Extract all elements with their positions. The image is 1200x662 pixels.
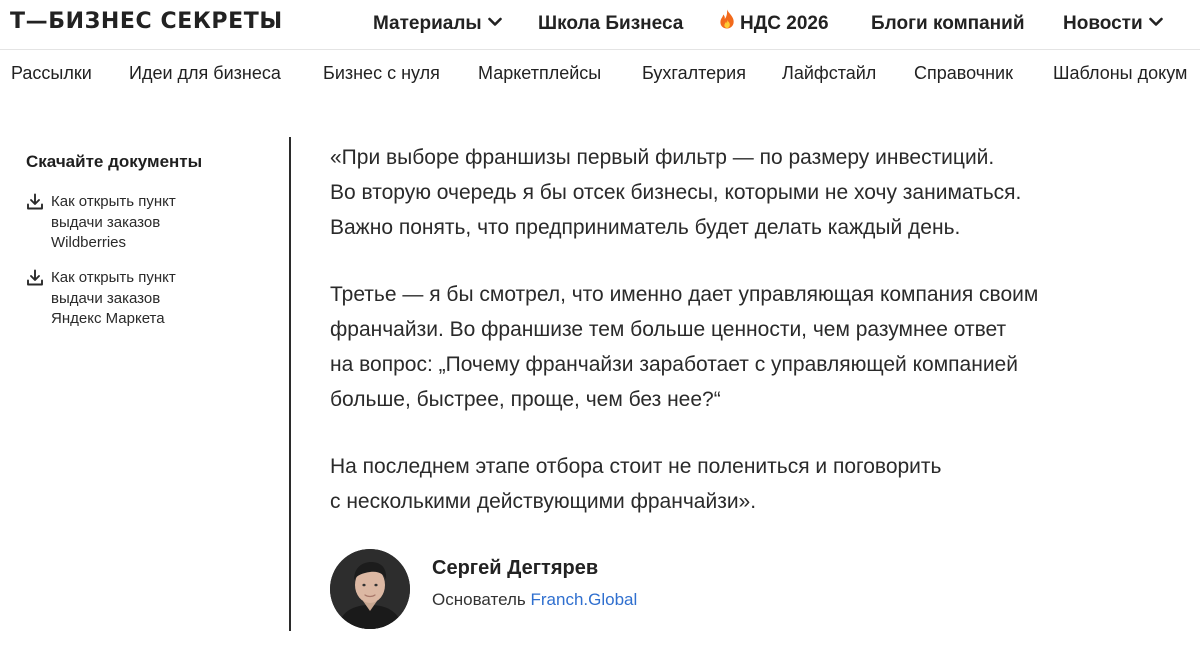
nav-news-label: Новости — [1063, 13, 1143, 34]
quote-line: «При выборе франшизы первый фильтр — по … — [330, 146, 995, 169]
site-header: Т—БИЗНЕС СЕКРЕТЫ Материалы Школа Бизнеса… — [0, 0, 1200, 50]
author-name: Сергей Дегтярев — [432, 557, 599, 579]
quote-line: Во вторую очередь я бы отсек бизнесы, ко… — [330, 181, 1022, 204]
download-link-line: Wildberries — [51, 234, 127, 251]
subnav-item-reference[interactable]: Справочник — [914, 63, 1013, 84]
quote-line: с несколькими действующими франчайзи». — [330, 490, 757, 513]
fire-icon — [719, 9, 735, 35]
download-link-line: Яндекс Маркета — [51, 310, 165, 327]
quote-line: Важно понять, что предприниматель будет … — [330, 216, 961, 239]
author-role: Основатель Franch.Global — [432, 590, 637, 610]
subnav-item-marketplaces[interactable]: Маркетплейсы — [478, 63, 601, 84]
nav-news[interactable]: Новости — [1063, 13, 1163, 35]
chevron-down-icon — [1148, 11, 1163, 33]
nav-business-school[interactable]: Школа Бизнеса — [538, 13, 683, 35]
nav-business-school-label: Школа Бизнеса — [538, 13, 684, 34]
nav-vat-2026-label: НДС 2026 — [740, 13, 829, 35]
sidebar-title: Скачайте документы — [26, 152, 203, 171]
nav-materials-label: Материалы — [373, 13, 482, 34]
quote-line: на вопрос: „Почему франчайзи заработает … — [330, 353, 1018, 376]
quote-line: На последнем этапе отбора стоит не полен… — [330, 455, 942, 478]
nav-vat-2026[interactable]: НДС 2026 — [719, 9, 829, 35]
subnav-item-business-from-scratch[interactable]: Бизнес с нуля — [323, 63, 440, 84]
quote-line: Третье — я бы смотрел, что именно дает у… — [330, 283, 1039, 306]
download-link-line: выдачи заказов — [51, 213, 161, 231]
quote-paragraph: На последнем этапе отбора стоит не полен… — [330, 449, 1190, 519]
subnav-item-business-ideas[interactable]: Идеи для бизнеса — [129, 63, 281, 84]
site-logo[interactable]: Т—БИЗНЕС СЕКРЕТЫ — [10, 9, 283, 34]
company-link[interactable]: Franch.Global — [530, 590, 637, 609]
quote-paragraph: «При выборе франшизы первый фильтр — по … — [330, 140, 1190, 245]
subnav-item-accounting[interactable]: Бухгалтерия — [642, 63, 746, 84]
quote-divider — [289, 137, 291, 631]
quote-line: больше, быстрее, проще, чем без нее?“ — [330, 388, 721, 411]
download-icon — [26, 193, 44, 216]
download-link-line: Как открыть пункт — [51, 193, 176, 210]
category-nav: Рассылки Идеи для бизнеса Бизнес с нуля … — [0, 50, 1200, 98]
download-icon — [26, 269, 44, 292]
nav-company-blogs[interactable]: Блоги компаний — [871, 13, 1025, 35]
download-link-line: выдачи заказов — [51, 289, 161, 307]
quote-paragraph: Третье — я бы смотрел, что именно дает у… — [330, 277, 1190, 417]
author-role-prefix: Основатель — [432, 590, 526, 609]
author-avatar — [330, 549, 410, 629]
subnav-item-lifestyle[interactable]: Лайфстайл — [782, 63, 876, 84]
subnav-item-newsletters[interactable]: Рассылки — [11, 63, 92, 84]
quote-line: франчайзи. Во франшизе тем больше ценнос… — [330, 318, 1007, 341]
download-link-line: Как открыть пункт — [51, 269, 176, 286]
nav-materials[interactable]: Материалы — [373, 13, 502, 35]
chevron-down-icon — [487, 11, 502, 33]
subnav-item-document-templates[interactable]: Шаблоны докум — [1053, 63, 1187, 84]
nav-company-blogs-label: Блоги компаний — [871, 13, 1025, 34]
